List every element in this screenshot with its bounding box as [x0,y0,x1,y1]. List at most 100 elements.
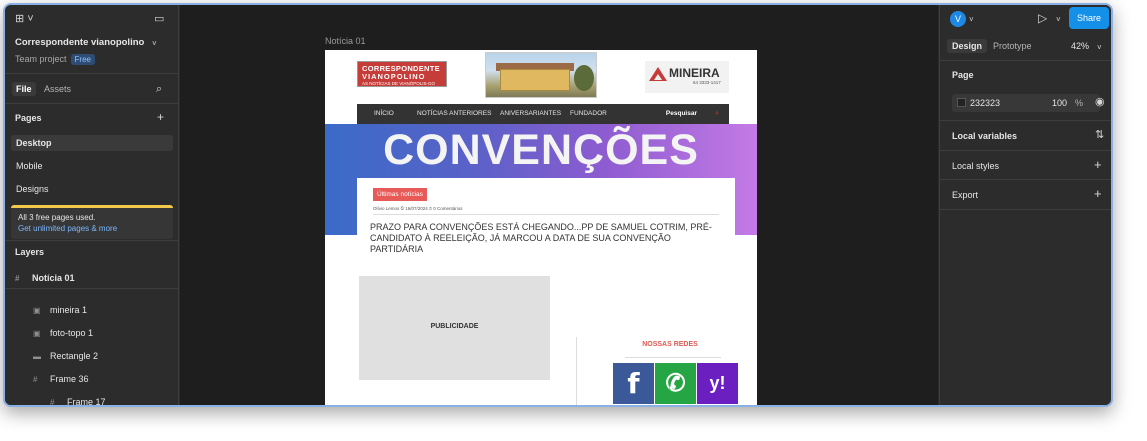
team-name: Team project [15,54,67,64]
hero-word: CONVENÇÕES [383,126,699,174]
rectangle-icon: ▬ [33,352,41,361]
nav-item-noticias[interactable]: NOTÍCIAS ANTERIORES [417,110,491,117]
tree [574,65,594,91]
layer-label: Rectangle 2 [50,351,99,361]
divider [576,337,577,405]
frame-icon: # [15,274,20,283]
page-bg-field[interactable]: 232323 100 % [952,94,1100,112]
canvas[interactable]: Notícia 01 CORRESPONDENTE VIANOPOLINO AS… [180,5,938,405]
color-swatch[interactable] [957,98,966,107]
nav-search-label[interactable]: Pesquisar [666,110,697,117]
building [500,69,570,91]
frame-icon: # [33,375,38,384]
tab-file[interactable]: File [12,82,36,96]
nav-item-aniversariantes[interactable]: ANIVERSARIANTES [500,110,561,117]
article-card: Últimas notícias Olívio Lemos ⏲ 16/07/20… [357,178,735,268]
bg-hex-value[interactable]: 232323 [970,98,1000,108]
nav-item-fundador[interactable]: FUNDADOR [570,110,607,117]
search-icon[interactable]: ⌕ [715,110,719,118]
page-item-desktop[interactable]: Desktop [11,135,173,151]
layer-label: Frame 17 [67,397,106,407]
variables-icon[interactable]: ⇅ [1095,130,1104,141]
facebook-icon[interactable]: f [613,363,654,404]
divider [940,179,1111,180]
layers-heading: Layers [15,247,45,257]
present-play-icon[interactable]: ▷ [1038,12,1047,24]
add-style-icon[interactable]: + [1094,158,1102,171]
figma-window: ⊞ ˅ ▭ Correspondente vianopolino ˅ Team … [3,3,1113,407]
whatsapp-icon[interactable]: ✆ [655,363,696,404]
layer-item-frame-17[interactable]: # Frame 17 [50,397,106,407]
divider [940,60,1111,61]
divider [5,103,179,104]
chevron-down-icon[interactable]: ˅ [969,14,974,25]
local-styles-heading[interactable]: Local styles [952,161,999,171]
export-heading[interactable]: Export [952,190,978,200]
layer-label: mineira 1 [50,305,88,315]
divider [940,150,1111,151]
share-button[interactable]: Share [1069,7,1109,29]
article-meta: Olívio Lemos ⏲ 16/07/2024 ⊙ 0 Comentário… [373,206,463,211]
nav-item-inicio[interactable]: INÍCIO [374,110,394,117]
site-nav: INÍCIO NOTÍCIAS ANTERIORES ANIVERSARIANT… [357,104,729,124]
tab-prototype[interactable]: Prototype [993,41,1032,51]
add-page-icon[interactable]: + [157,111,164,123]
layer-label: Frame 36 [50,374,89,384]
category-tag[interactable]: Últimas notícias [373,188,427,201]
divider [5,240,179,241]
plan-badge: Free [70,54,95,65]
logo-line-2: VIANOPOLINO [362,72,426,81]
frame-icon: # [50,398,55,407]
eye-icon[interactable]: ◉ [1095,97,1105,108]
layer-item-frame-36[interactable]: # Frame 36 [33,374,89,384]
divider [625,357,721,358]
layer-label: foto-topo 1 [50,328,94,338]
layer-item-mineira[interactable]: ▣ mineira 1 [33,305,87,315]
divider [940,120,1111,121]
avatar[interactable]: V [950,11,966,27]
pages-heading: Pages [15,113,42,123]
article-headline: PRAZO PARA CONVENÇÕES ESTÁ CHEGANDO...PP… [370,222,712,254]
layer-item-foto-topo[interactable]: ▣ foto-topo 1 [33,328,93,338]
image-icon: ▣ [33,306,41,315]
search-icon[interactable]: ⌕ [156,84,162,95]
ad-placeholder-label: PUBLICIDADE [430,323,479,330]
ad-placeholder: PUBLICIDADE [359,276,550,380]
bg-opacity-value[interactable]: 100 [1052,98,1067,108]
ad-subtitle: 64 3333-1417 [693,80,721,85]
logo-line-3: AS NOTÍCIAS DE VIANÓPOLIS-GO [362,81,436,86]
header-photo [485,52,597,98]
chevron-down-icon[interactable]: ˅ [1056,14,1061,25]
right-panel: V ˅ ▷ ˅ Share Design Prototype 42% ˅ Pag… [939,5,1111,405]
tab-assets[interactable]: Assets [40,82,75,96]
layer-item-rectangle[interactable]: ▬ Rectangle 2 [33,351,98,361]
divider [5,288,179,289]
image-icon: ▣ [33,329,41,338]
project-name[interactable]: Correspondente vianopolino [15,37,144,48]
layer-item-noticia[interactable]: # Notícia 01 [15,273,75,283]
chevron-down-icon[interactable]: ˅ [152,38,157,49]
site-logo: CORRESPONDENTE VIANOPOLINO AS NOTÍCIAS D… [357,61,447,87]
toggle-sidebar-icon[interactable]: ▭ [154,14,164,25]
upgrade-link[interactable]: Get unlimited pages & more [18,224,166,233]
zoom-level[interactable]: 42% [1071,41,1089,51]
tab-design[interactable]: Design [947,39,988,53]
frame-noticia-01[interactable]: CORRESPONDENTE VIANOPOLINO AS NOTÍCIAS D… [325,50,757,405]
local-variables-heading[interactable]: Local variables [952,131,1017,141]
layer-label: Notícia 01 [32,273,75,283]
mineira-logo-icon-inner [654,74,662,80]
add-export-icon[interactable]: + [1094,187,1102,200]
frame-label[interactable]: Notícia 01 [325,36,366,46]
page-item-designs[interactable]: Designs [11,181,173,197]
ad-title: MINEIRA [669,66,720,80]
social-heading: NOSSAS REDES [642,341,698,348]
page-item-mobile[interactable]: Mobile [11,158,173,174]
figma-menu-icon[interactable]: ⊞ ˅ [15,14,34,25]
team-label: Team project Free [15,54,95,65]
upgrade-banner-text: All 3 free pages used. [18,213,96,222]
percent-label: % [1075,98,1084,108]
page-heading: Page [952,70,974,80]
upgrade-banner: All 3 free pages used. Get unlimited pag… [11,205,173,239]
chevron-down-icon[interactable]: ˅ [1097,42,1102,53]
yahoo-icon[interactable]: y! [697,363,738,404]
